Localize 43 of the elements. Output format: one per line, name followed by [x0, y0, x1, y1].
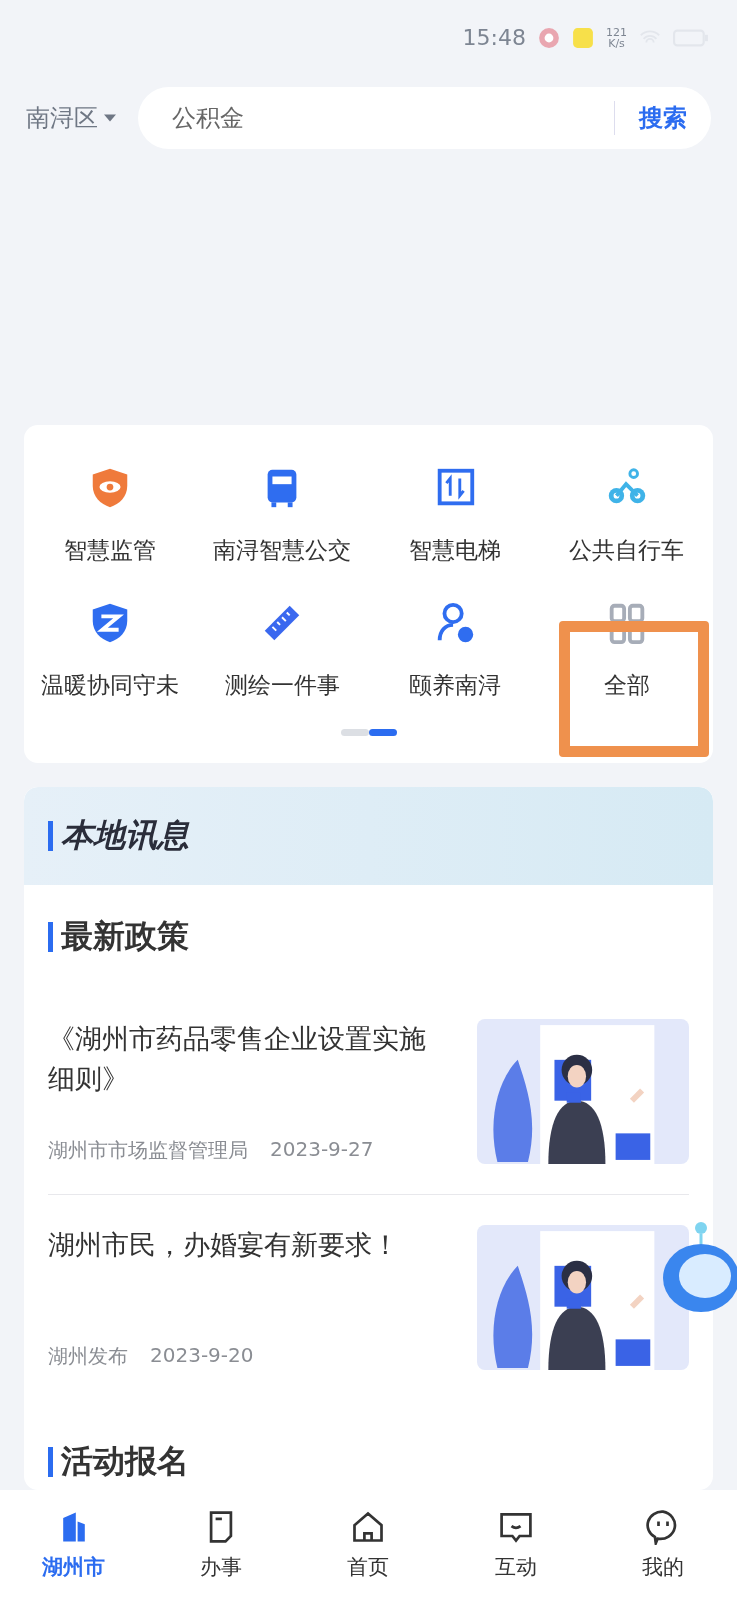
news-source: 湖州发布 [48, 1343, 128, 1370]
news-date: 2023-9-27 [270, 1137, 374, 1163]
app-icon [572, 26, 594, 49]
accent-bar [48, 821, 53, 851]
service-label: 智慧电梯 [408, 536, 501, 565]
news-item[interactable]: 《湖州市药品零售企业设置实施细则》 湖州市市场监督管理局 2023-9-27 [48, 999, 689, 1194]
app-icon [538, 26, 560, 49]
service-item[interactable]: 颐养南浔 [368, 600, 541, 701]
caret-icon [104, 113, 116, 122]
news-title: 湖州市民，办婚宴有新要求！ [48, 1228, 400, 1262]
service-label: 测绘一件事 [224, 671, 340, 700]
news-date: 2023-9-20 [150, 1343, 254, 1369]
section-title: 本地讯息 [61, 815, 189, 856]
news-source: 湖州市市场监督管理局 [48, 1137, 248, 1164]
service-item[interactable]: 温暖协同守未 [24, 600, 197, 701]
search-field[interactable]: 公积金 搜索 [138, 86, 711, 149]
service-label: 南浔智慧公交 [213, 536, 352, 565]
section-heading: 活动报名 [61, 1441, 189, 1482]
tab[interactable]: 我的 [613, 1509, 714, 1581]
service-label: 温暖协同守未 [41, 671, 180, 700]
tab[interactable]: 办事 [171, 1509, 272, 1581]
service-item[interactable]: 公共自行车 [540, 465, 713, 566]
accent-bar [48, 922, 53, 952]
service-label: 全部 [603, 671, 650, 700]
status-time: 15:48 [462, 25, 526, 50]
tab[interactable]: 首页 [318, 1509, 419, 1581]
tab[interactable]: 湖州市 [23, 1509, 124, 1581]
news-item[interactable]: 湖州市民，办婚宴有新要求！ 湖州发布 2023-9-20 [48, 1194, 689, 1400]
service-item[interactable]: 智慧监管 [24, 465, 197, 566]
tab[interactable]: 互动 [465, 1509, 566, 1581]
news-title: 《湖州市药品零售企业设置实施细则》 [48, 1022, 427, 1096]
service-item[interactable]: 全部 [540, 600, 713, 701]
service-label: 智慧监管 [64, 536, 157, 565]
service-item[interactable]: 测绘一件事 [196, 600, 369, 701]
section-heading: 最新政策 [61, 916, 189, 957]
service-item[interactable]: 南浔智慧公交 [196, 465, 369, 566]
network-speed: 121 K/s [606, 26, 627, 49]
search-button[interactable]: 搜索 [639, 101, 687, 134]
service-label: 公共自行车 [569, 536, 685, 565]
service-item[interactable]: 智慧电梯 [368, 465, 541, 566]
service-label: 颐养南浔 [408, 671, 501, 700]
district-selector[interactable]: 南浔区 [26, 101, 116, 134]
accent-bar [48, 1447, 53, 1477]
